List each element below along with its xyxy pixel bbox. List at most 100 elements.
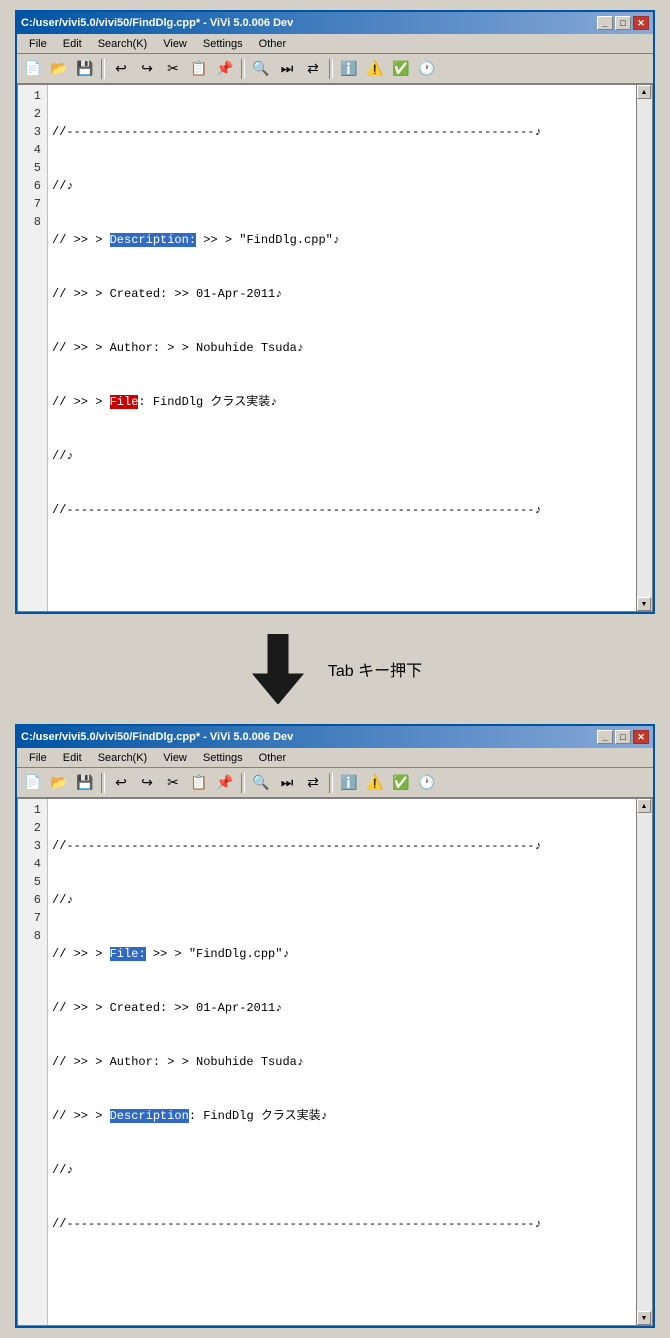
menu-edit-1[interactable]: Edit	[55, 37, 90, 51]
code-line-2-9	[52, 1269, 632, 1287]
arrow-section: Tab キー押下	[15, 614, 655, 724]
toolbar-paste-1[interactable]: 📌	[213, 58, 237, 80]
editor-2: 1 2 3 4 5 6 7 8 //----------------------…	[17, 798, 653, 1326]
code-line-1-3: // >> > Description: >> > "FindDlg.cpp"♪	[52, 231, 632, 249]
code-line-1-5: // >> > Author: > > Nobuhide Tsuda♪	[52, 339, 632, 357]
menu-view-1[interactable]: View	[155, 37, 195, 51]
highlight-file-cursor: File	[110, 395, 139, 409]
menu-view-2[interactable]: View	[155, 751, 195, 765]
toolbar-info-1[interactable]: ℹ️	[337, 58, 361, 80]
toolbar-find-next-1[interactable]: ⏭	[275, 58, 299, 80]
menu-file-1[interactable]: File	[21, 37, 55, 51]
title-bar-1: C:/user/vivi5.0/vivi50/FindDlg.cpp* - Vi…	[17, 12, 653, 34]
toolbar-find-next-2[interactable]: ⏭	[275, 772, 299, 794]
maximize-button-1[interactable]: □	[615, 16, 631, 30]
close-button-1[interactable]: ✕	[633, 16, 649, 30]
line-numbers-1: 1 2 3 4 5 6 7 8	[18, 85, 48, 611]
sep2-2	[241, 773, 245, 793]
toolbar-info-2[interactable]: ℹ️	[337, 772, 361, 794]
editor-1: 1 2 3 4 5 6 7 8 //----------------------…	[17, 84, 653, 612]
code-line-1-6: // >> > File: FindDlg クラス実装♪	[52, 393, 632, 411]
toolbar-cut-1[interactable]: ✂	[161, 58, 185, 80]
toolbar-replace-2[interactable]: ⇄	[301, 772, 325, 794]
scroll-down-2[interactable]: ▼	[637, 1311, 651, 1325]
menu-bar-1: File Edit Search(K) View Settings Other	[17, 34, 653, 54]
toolbar-find-2[interactable]: 🔍	[249, 772, 273, 794]
code-line-2-2: //♪	[52, 891, 632, 909]
code-line-2-4: // >> > Created: >> 01-Apr-2011♪	[52, 999, 632, 1017]
code-line-2-1: //--------------------------------------…	[52, 837, 632, 855]
toolbar-ok-1[interactable]: ✅	[389, 58, 413, 80]
toolbar-ok-2[interactable]: ✅	[389, 772, 413, 794]
menu-edit-2[interactable]: Edit	[55, 751, 90, 765]
sep1-1	[101, 59, 105, 79]
toolbar-find-1[interactable]: 🔍	[249, 58, 273, 80]
toolbar-copy-1[interactable]: 📋	[187, 58, 211, 80]
toolbar-cut-2[interactable]: ✂	[161, 772, 185, 794]
sep1-2	[101, 773, 105, 793]
code-line-2-7: //♪	[52, 1161, 632, 1179]
code-area-2[interactable]: //--------------------------------------…	[48, 799, 636, 1325]
code-line-1-1: //--------------------------------------…	[52, 123, 632, 141]
toolbar-copy-2[interactable]: 📋	[187, 772, 211, 794]
menu-settings-1[interactable]: Settings	[195, 37, 251, 51]
toolbar-warn-2[interactable]: ⚠️	[363, 772, 387, 794]
toolbar-undo-1[interactable]: ↩	[109, 58, 133, 80]
toolbar-open-2[interactable]: 📂	[47, 772, 71, 794]
down-arrow-icon	[248, 634, 308, 704]
scrollbar-v-1[interactable]: ▲ ▼	[636, 85, 652, 611]
window1: C:/user/vivi5.0/vivi50/FindDlg.cpp* - Vi…	[15, 10, 655, 614]
arrow-label: Tab キー押下	[328, 657, 422, 681]
menu-search-1[interactable]: Search(K)	[90, 37, 156, 51]
toolbar-redo-1[interactable]: ↪	[135, 58, 159, 80]
code-line-1-7: //♪	[52, 447, 632, 465]
maximize-button-2[interactable]: □	[615, 730, 631, 744]
toolbar-new-1[interactable]: 📄	[21, 58, 45, 80]
toolbar-redo-2[interactable]: ↪	[135, 772, 159, 794]
code-line-1-8: //--------------------------------------…	[52, 501, 632, 519]
toolbar-open-1[interactable]: 📂	[47, 58, 71, 80]
minimize-button-2[interactable]: _	[597, 730, 613, 744]
menu-search-2[interactable]: Search(K)	[90, 751, 156, 765]
toolbar-save-1[interactable]: 💾	[73, 58, 97, 80]
toolbar-new-2[interactable]: 📄	[21, 772, 45, 794]
scroll-track-1[interactable]	[637, 99, 652, 597]
menu-settings-2[interactable]: Settings	[195, 751, 251, 765]
toolbar-warn-1[interactable]: ⚠️	[363, 58, 387, 80]
highlight-file-2: File:	[110, 947, 146, 961]
toolbar-paste-2[interactable]: 📌	[213, 772, 237, 794]
scrollbar-v-2[interactable]: ▲ ▼	[636, 799, 652, 1325]
code-line-2-8: //--------------------------------------…	[52, 1215, 632, 1233]
scroll-up-1[interactable]: ▲	[637, 85, 651, 99]
scroll-track-2[interactable]	[637, 813, 652, 1311]
toolbar-undo-2[interactable]: ↩	[109, 772, 133, 794]
sep3-1	[329, 59, 333, 79]
menu-other-2[interactable]: Other	[251, 751, 295, 765]
toolbar-replace-1[interactable]: ⇄	[301, 58, 325, 80]
code-line-1-4: // >> > Created: >> 01-Apr-2011♪	[52, 285, 632, 303]
code-line-1-2: //♪	[52, 177, 632, 195]
window2: C:/user/vivi5.0/vivi50/FindDlg.cpp* - Vi…	[15, 724, 655, 1328]
menu-other-1[interactable]: Other	[251, 37, 295, 51]
toolbar-save-2[interactable]: 💾	[73, 772, 97, 794]
code-line-2-3: // >> > File: >> > "FindDlg.cpp"♪	[52, 945, 632, 963]
code-line-1-9	[52, 555, 632, 573]
toolbar-clock-2[interactable]: 🕐	[415, 772, 439, 794]
code-area-1[interactable]: //--------------------------------------…	[48, 85, 636, 611]
highlight-description: Description:	[110, 233, 196, 247]
menu-bar-2: File Edit Search(K) View Settings Other	[17, 748, 653, 768]
title-bar-buttons-1: _ □ ✕	[597, 16, 649, 30]
scroll-down-1[interactable]: ▼	[637, 597, 651, 611]
sep3-2	[329, 773, 333, 793]
sep2-1	[241, 59, 245, 79]
title-bar-2: C:/user/vivi5.0/vivi50/FindDlg.cpp* - Vi…	[17, 726, 653, 748]
close-button-2[interactable]: ✕	[633, 730, 649, 744]
code-line-2-5: // >> > Author: > > Nobuhide Tsuda♪	[52, 1053, 632, 1071]
minimize-button-1[interactable]: _	[597, 16, 613, 30]
window2-title: C:/user/vivi5.0/vivi50/FindDlg.cpp* - Vi…	[21, 731, 593, 743]
toolbar-clock-1[interactable]: 🕐	[415, 58, 439, 80]
scroll-up-2[interactable]: ▲	[637, 799, 651, 813]
title-bar-buttons-2: _ □ ✕	[597, 730, 649, 744]
toolbar-1: 📄 📂 💾 ↩ ↪ ✂ 📋 📌 🔍 ⏭ ⇄ ℹ️ ⚠️ ✅ 🕐	[17, 54, 653, 84]
menu-file-2[interactable]: File	[21, 751, 55, 765]
